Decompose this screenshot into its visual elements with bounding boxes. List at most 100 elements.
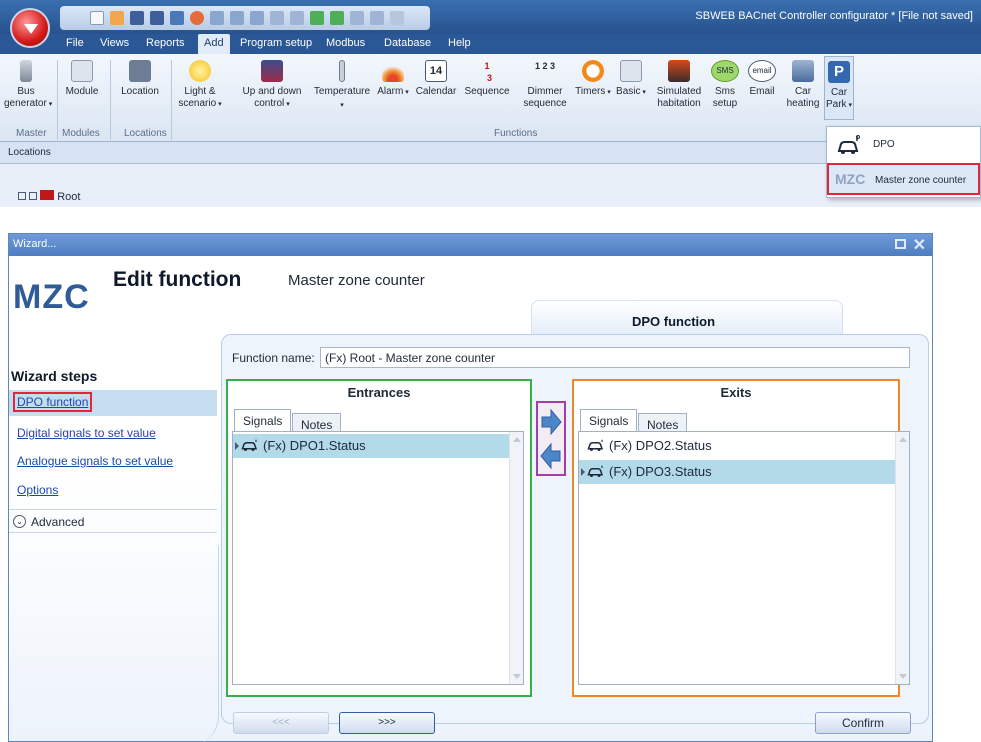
scroll-down-icon[interactable] <box>899 674 907 679</box>
app-menu-button[interactable] <box>10 8 50 48</box>
basic-button[interactable]: Basic ▾ <box>614 60 648 99</box>
wizard-body: MZC Edit function Master zone counter DP… <box>9 256 932 742</box>
close-icon[interactable]: ✕ <box>913 235 926 255</box>
wizard-steps-panel: Wizard steps DPO function Digital signal… <box>9 368 219 742</box>
tree-icon[interactable] <box>270 11 284 25</box>
list-item[interactable]: (Fx) DPO2.Status <box>579 434 895 458</box>
scroll-down-icon[interactable] <box>513 674 521 679</box>
menu-item-master-zone-counter[interactable]: MZC Master zone counter <box>827 163 980 195</box>
advanced-toggle[interactable]: ⌄ Advanced <box>9 509 217 533</box>
confirm-button[interactable]: Confirm <box>815 712 911 734</box>
menu-bar: File Views Reports Add Program setup Mod… <box>0 34 981 54</box>
menu-item-dpo[interactable]: DPO <box>827 129 980 161</box>
step-digital-signals[interactable]: Digital signals to set value <box>9 420 217 446</box>
dimmer-sequence-button[interactable]: 1 2 3 Dimmer sequence <box>518 60 572 110</box>
function-name-input[interactable] <box>320 347 910 368</box>
menu-help[interactable]: Help <box>448 37 471 49</box>
email-button[interactable]: email Email <box>744 60 780 98</box>
menu-database[interactable]: Database <box>384 37 431 49</box>
sequence-icon: 1 3 <box>481 61 492 83</box>
save-as-icon[interactable] <box>150 11 164 25</box>
menu-modbus[interactable]: Modbus <box>326 37 365 49</box>
up-down-control-button[interactable]: Up and down control ▾ <box>236 60 308 111</box>
tab-entrances-signals[interactable]: Signals <box>234 409 292 432</box>
scroll-up-icon[interactable] <box>899 437 907 442</box>
alarm-button[interactable]: Alarm ▾ <box>376 60 410 99</box>
car-park-icon: P <box>828 61 850 83</box>
row-expand-icon[interactable] <box>235 442 239 450</box>
mzc-icon: MZC <box>835 171 866 187</box>
back-icon[interactable] <box>250 11 264 25</box>
calendar-button[interactable]: 14 Calendar <box>414 60 458 98</box>
car-park-button[interactable]: P Car Park ▾ <box>824 56 854 120</box>
row-expand-icon[interactable] <box>581 468 585 476</box>
list-item[interactable]: (Fx) DPO1.Status <box>233 434 509 458</box>
grid-icon[interactable] <box>350 11 364 25</box>
step-link[interactable]: Analogue signals to set value <box>17 454 173 468</box>
module-icon <box>71 60 93 82</box>
step-analogue-signals[interactable]: Analogue signals to set value <box>9 448 217 474</box>
sequence-button[interactable]: 1 3 Sequence <box>462 60 512 98</box>
step-options[interactable]: Options <box>9 477 217 503</box>
tree-root-node[interactable]: Root <box>18 190 80 203</box>
move-left-button[interactable] <box>540 441 562 471</box>
menu-program-setup[interactable]: Program setup <box>240 37 312 49</box>
save-icon[interactable] <box>130 11 144 25</box>
module-button[interactable]: Module <box>62 60 102 98</box>
download-icon[interactable] <box>370 11 384 25</box>
step-link[interactable]: Digital signals to set value <box>17 426 156 440</box>
function-name-label: Function name: <box>232 351 315 365</box>
menu-views[interactable]: Views <box>100 37 129 49</box>
timers-button[interactable]: Timers ▾ <box>574 60 612 99</box>
checkbox-icon[interactable] <box>29 192 38 200</box>
tab-exits-notes[interactable]: Notes <box>638 413 688 432</box>
tools-icon[interactable] <box>390 11 404 25</box>
step-dpo-function[interactable]: DPO function <box>9 390 217 416</box>
car-heating-button[interactable]: Car heating <box>782 60 824 110</box>
location-icon <box>129 60 151 82</box>
maximize-icon[interactable] <box>895 239 906 249</box>
simulated-habitation-icon <box>668 60 690 82</box>
refresh-icon[interactable] <box>190 11 204 25</box>
sms-setup-button[interactable]: SMS Sms setup <box>708 60 742 110</box>
chevron-down-icon: ⌄ <box>13 515 26 528</box>
previous-button[interactable]: <<< <box>233 712 329 734</box>
save-edit-icon[interactable] <box>170 11 184 25</box>
move-right-button[interactable] <box>540 407 562 437</box>
next-button[interactable]: >>> <box>339 712 435 734</box>
bus-generator-button[interactable]: Bus generator ▾ <box>4 60 52 111</box>
users-alt-icon[interactable] <box>330 11 344 25</box>
step-link[interactable]: Options <box>17 483 58 497</box>
forward-icon[interactable] <box>230 11 244 25</box>
group-label-modules: Modules <box>62 128 100 139</box>
list-item[interactable]: (Fx) DPO3.Status <box>579 460 895 484</box>
simulated-habitation-button[interactable]: Simulated habitation <box>650 60 708 110</box>
open-icon[interactable] <box>110 11 124 25</box>
entrances-title: Entrances <box>347 385 411 400</box>
light-scenario-button[interactable]: Light & scenario ▾ <box>176 60 224 111</box>
dimmer-sequence-icon: 1 2 3 <box>534 61 556 71</box>
temperature-button[interactable]: Temperature ▾ <box>312 60 372 112</box>
menu-add[interactable]: Add <box>198 34 230 54</box>
vertical-scrollbar[interactable] <box>509 432 523 684</box>
network-icon[interactable] <box>290 11 304 25</box>
main-panel: Function name: Entrances Signals Notes <box>221 334 929 724</box>
tab-dpo-function: DPO function <box>531 300 843 334</box>
ribbon-group-separator <box>171 60 172 140</box>
vertical-scrollbar[interactable] <box>895 432 909 684</box>
import-icon[interactable] <box>210 11 224 25</box>
tab-entrances-notes[interactable]: Notes <box>292 413 342 432</box>
location-button[interactable]: Location <box>116 60 164 98</box>
scroll-up-icon[interactable] <box>513 437 521 442</box>
group-label-functions: Functions <box>494 128 538 139</box>
app-orb-arrow-icon <box>24 24 38 34</box>
users-icon[interactable] <box>310 11 324 25</box>
expand-icon[interactable] <box>18 192 26 200</box>
tab-exits-signals[interactable]: Signals <box>580 409 638 432</box>
dropdown-caret-icon: ▾ <box>403 89 409 96</box>
new-file-icon[interactable] <box>90 11 104 25</box>
car-sensor-icon <box>837 135 860 154</box>
step-link[interactable]: DPO function <box>13 392 93 412</box>
menu-file[interactable]: File <box>66 37 84 49</box>
menu-reports[interactable]: Reports <box>146 37 185 49</box>
